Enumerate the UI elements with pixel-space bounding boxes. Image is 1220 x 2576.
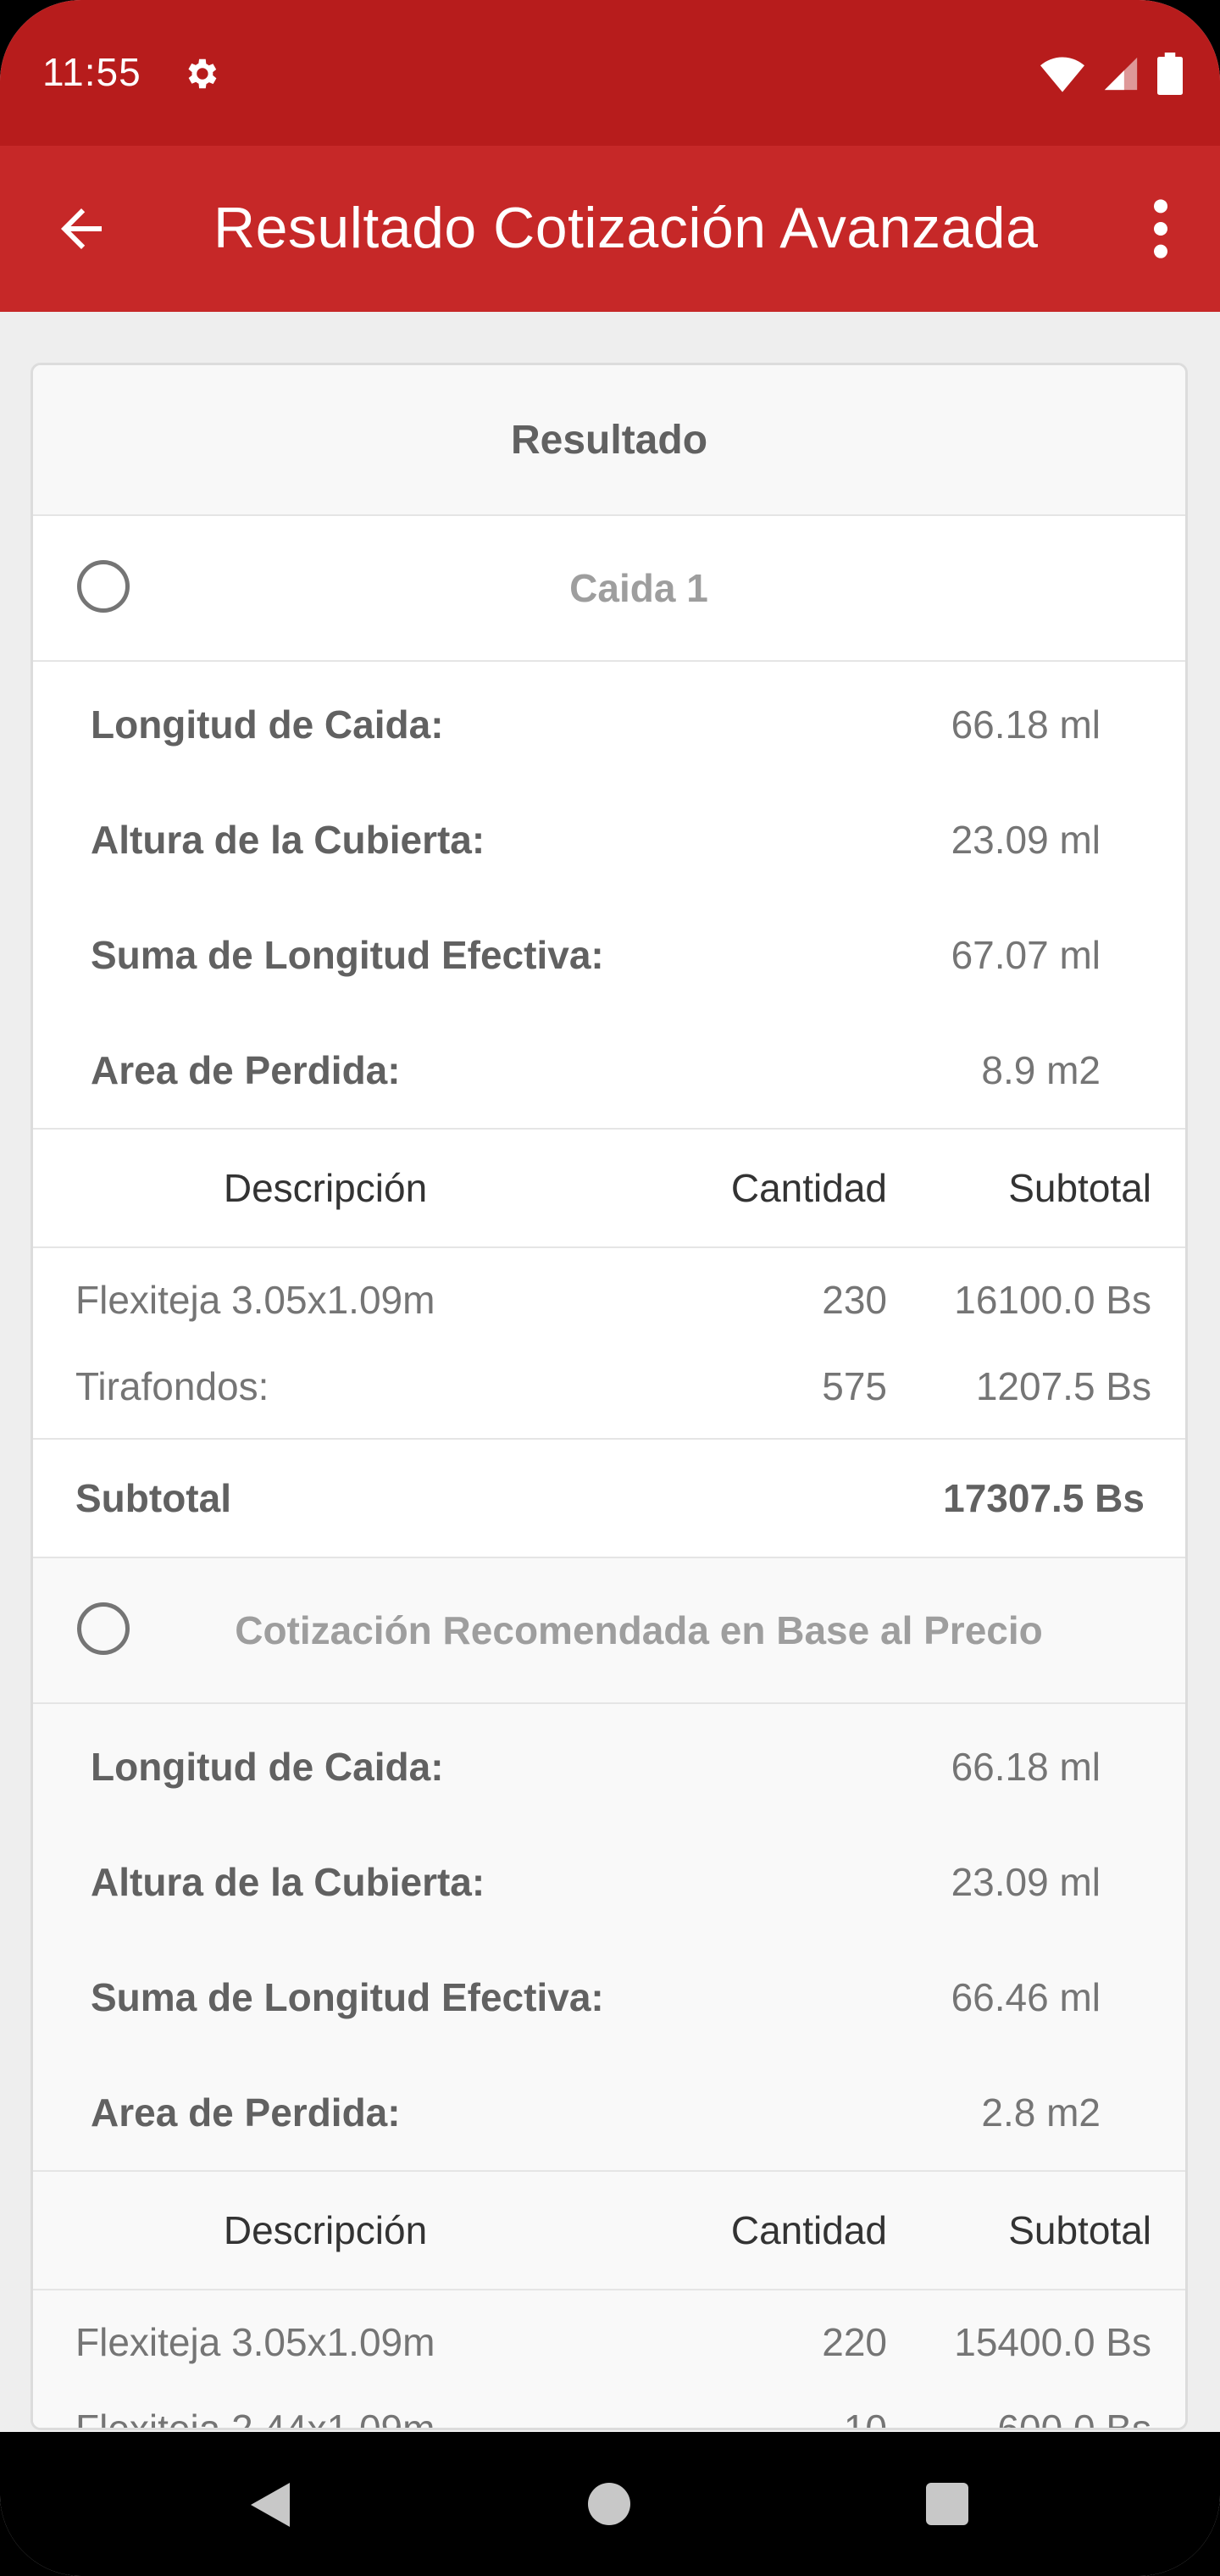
status-time: 11:55 — [42, 50, 141, 94]
detail-label: Area de Perdida: — [91, 1048, 401, 1092]
cell-quantity: 230 — [822, 1278, 887, 1322]
detail-value: 2.8 m2 — [981, 2090, 1101, 2135]
option-recommended[interactable]: Cotización Recomendada en Base al Precio — [33, 1558, 1185, 1704]
table-header: Descripción Cantidad Subtotal — [33, 1130, 1185, 1248]
header-quantity: Cantidad — [730, 1166, 887, 1210]
cell-subtotal: 600.0 Bs — [997, 2407, 1151, 2430]
subtotal-row: Subtotal 17307.5 Bs — [33, 1440, 1185, 1558]
radio-button[interactable] — [77, 1602, 130, 1655]
detail-row: Altura de la Cubierta: 23.09 ml — [33, 782, 1185, 897]
option-label: Cotización Recomendada en Base al Precio — [235, 1608, 1043, 1652]
gear-icon — [188, 58, 217, 89]
table-row: Flexiteja 3.05x1.09m 230 16100.0 Bs — [33, 1257, 1185, 1343]
radio-button[interactable] — [77, 560, 130, 613]
subtotal-value: 17307.5 Bs — [943, 1476, 1145, 1520]
battery-icon — [1157, 53, 1183, 95]
detail-label: Suma de Longitud Efectiva: — [91, 933, 604, 977]
navigation-bar — [0, 2432, 1220, 2576]
table-row: Flexiteja 2.44x1.09m 10 600.0 Bs — [33, 2385, 1185, 2430]
header-subtotal: Subtotal — [1008, 2208, 1151, 2252]
recommended-section: Cotización Recomendada en Base al Precio… — [33, 1558, 1185, 2430]
option-label: Caida 1 — [569, 566, 708, 610]
status-icons — [1040, 53, 1183, 95]
detail-value: 67.07 ml — [951, 933, 1101, 977]
cell-subtotal: 1207.5 Bs — [975, 1364, 1151, 1408]
nav-recents-icon[interactable] — [926, 2483, 968, 2525]
app-bar: Resultado Cotización Avanzada — [0, 146, 1220, 312]
detail-row: Longitud de Caida: 66.18 ml — [33, 667, 1185, 782]
table-body: Flexiteja 3.05x1.09m 220 15400.0 Bs Flex… — [33, 2290, 1185, 2430]
table-row: Tirafondos: 575 1207.5 Bs — [33, 1343, 1185, 1430]
detail-value: 23.09 ml — [951, 1860, 1101, 1904]
detail-label: Suma de Longitud Efectiva: — [91, 1975, 604, 2019]
result-card: Resultado Caida 1 Longitud de Caida: 66.1… — [30, 363, 1188, 2430]
status-bar: 11:55 — [0, 0, 1220, 146]
header-description: Descripción — [223, 1166, 428, 1210]
detail-label: Longitud de Caida: — [91, 1745, 444, 1789]
detail-row: Suma de Longitud Efectiva: 67.07 ml — [33, 897, 1185, 1013]
detail-label: Altura de la Cubierta: — [91, 1860, 485, 1904]
details-list: Longitud de Caida: 66.18 ml Altura de la … — [33, 1704, 1185, 2172]
page-title: Resultado Cotización Avanzada — [214, 196, 1039, 260]
detail-row: Area de Perdida: 2.8 m2 — [33, 2055, 1185, 2170]
wifi-icon — [1040, 57, 1084, 92]
more-vert-icon[interactable] — [1135, 195, 1186, 263]
detail-label: Altura de la Cubierta: — [91, 818, 485, 862]
cell-description: Tirafondos: — [75, 1364, 269, 1408]
signal-icon — [1104, 57, 1138, 91]
header-description: Descripción — [223, 2208, 428, 2252]
detail-value: 23.09 ml — [951, 818, 1101, 862]
detail-value: 66.18 ml — [951, 1745, 1101, 1789]
detail-row: Suma de Longitud Efectiva: 66.46 ml — [33, 1940, 1185, 2055]
detail-row: Altura de la Cubierta: 23.09 ml — [33, 1824, 1185, 1940]
cell-description: Flexiteja 3.05x1.09m — [75, 1278, 435, 1322]
back-arrow-icon[interactable] — [51, 198, 112, 259]
screen: 11:55 Resultado Cotización Avanzada Resu… — [0, 0, 1220, 2576]
cell-quantity: 220 — [822, 2320, 887, 2364]
detail-label: Longitud de Caida: — [91, 702, 444, 747]
header-quantity: Cantidad — [730, 2208, 887, 2252]
detail-value: 66.18 ml — [951, 702, 1101, 747]
cell-description: Flexiteja 3.05x1.09m — [75, 2320, 435, 2364]
detail-row: Longitud de Caida: 66.18 ml — [33, 1709, 1185, 1824]
table-row: Flexiteja 3.05x1.09m 220 15400.0 Bs — [33, 2299, 1185, 2385]
details-list: Longitud de Caida: 66.18 ml Altura de la … — [33, 662, 1185, 1130]
detail-value: 8.9 m2 — [981, 1048, 1101, 1092]
cell-subtotal: 16100.0 Bs — [954, 1278, 1151, 1322]
option-caida-1[interactable]: Caida 1 — [33, 516, 1185, 662]
header-subtotal: Subtotal — [1008, 1166, 1151, 1210]
nav-back-icon[interactable] — [246, 2479, 293, 2530]
nav-home-icon[interactable] — [588, 2483, 630, 2525]
cell-subtotal: 15400.0 Bs — [954, 2320, 1151, 2364]
detail-label: Area de Perdida: — [91, 2090, 401, 2135]
cell-description: Flexiteja 2.44x1.09m — [75, 2407, 435, 2430]
table-header: Descripción Cantidad Subtotal — [33, 2172, 1185, 2290]
cell-quantity: 10 — [843, 2407, 887, 2430]
detail-row: Area de Perdida: 8.9 m2 — [33, 1013, 1185, 1128]
detail-value: 66.46 ml — [951, 1975, 1101, 2019]
subtotal-label: Subtotal — [75, 1476, 231, 1520]
card-header: Resultado — [33, 365, 1185, 516]
table-body: Flexiteja 3.05x1.09m 230 16100.0 Bs Tira… — [33, 1248, 1185, 1440]
cell-quantity: 575 — [822, 1364, 887, 1408]
